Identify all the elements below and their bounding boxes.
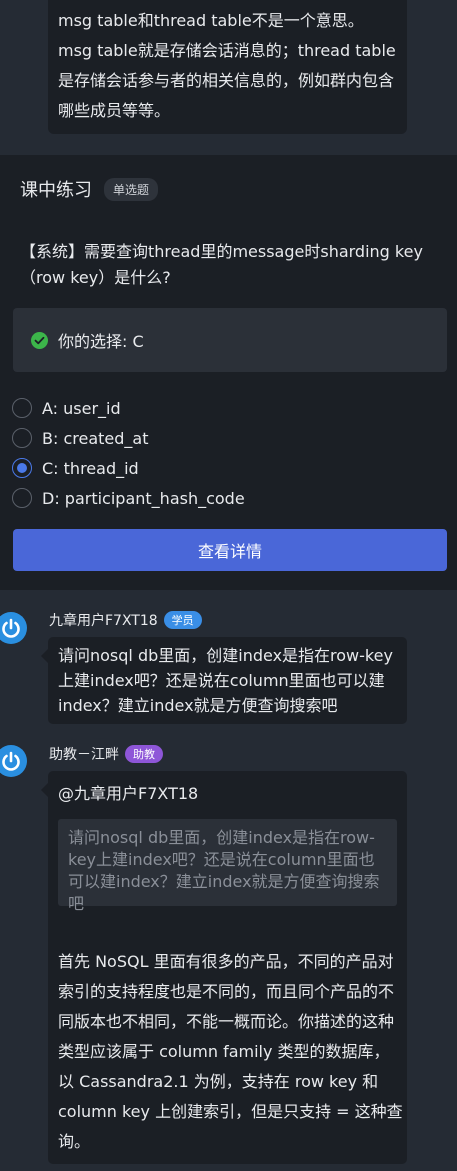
check-circle-icon bbox=[31, 331, 48, 349]
question-type-tag: 单选题 bbox=[104, 177, 159, 201]
previous-message-text: msg table和thread table不是一个意思。msg table就是… bbox=[58, 11, 396, 120]
option-c[interactable]: C: thread_id bbox=[12, 453, 245, 483]
your-choice-box: 你的选择: C bbox=[13, 308, 447, 372]
ta-avatar[interactable] bbox=[0, 745, 27, 777]
comment-header: 九章用户F7XT18 学员 bbox=[49, 610, 202, 630]
option-b[interactable]: B: created_at bbox=[12, 423, 245, 453]
comment-text: 请问nosql db里面，创建index是指在row-key上建index吧？还… bbox=[58, 646, 393, 715]
mention-text[interactable]: @九章用户F7XT18 bbox=[58, 780, 198, 804]
option-label: B: created_at bbox=[42, 428, 149, 448]
quoted-question: 请问nosql db里面，创建index是指在row-key上建index吧？还… bbox=[58, 819, 397, 913]
view-details-button[interactable]: 查看详情 bbox=[13, 529, 447, 571]
student-badge: 学员 bbox=[163, 611, 202, 629]
user-avatar[interactable] bbox=[0, 612, 27, 644]
options-list: A: user_id B: created_at C: thread_id D:… bbox=[12, 393, 245, 513]
reply-header: 助教－江畔 助教 bbox=[49, 744, 163, 764]
question-text: 【系统】需要查询thread里的message时sharding key（row… bbox=[20, 242, 423, 287]
power-logo-icon bbox=[2, 618, 20, 638]
option-d[interactable]: D: participant_hash_code bbox=[12, 483, 245, 513]
radio-icon[interactable] bbox=[12, 398, 32, 418]
option-label: A: user_id bbox=[42, 398, 121, 418]
quiz-title: 课中练习 bbox=[20, 180, 92, 201]
power-logo-icon bbox=[2, 751, 20, 771]
radio-icon[interactable] bbox=[12, 488, 32, 508]
user-name[interactable]: 九章用户F7XT18 bbox=[49, 610, 158, 630]
option-label: D: participant_hash_code bbox=[42, 488, 245, 508]
ta-badge: 助教 bbox=[125, 745, 163, 763]
previous-message-bubble: msg table和thread table不是一个意思。msg table就是… bbox=[48, 0, 407, 134]
quiz-card: 课中练习 单选题 【系统】需要查询thread里的message时shardin… bbox=[0, 155, 457, 590]
ta-name[interactable]: 助教－江畔 bbox=[49, 744, 119, 764]
radio-checked-icon[interactable] bbox=[12, 458, 32, 478]
radio-icon[interactable] bbox=[12, 428, 32, 448]
option-label: C: thread_id bbox=[42, 458, 139, 478]
reply-bubble: @九章用户F7XT18 请问nosql db里面，创建index是指在row-k… bbox=[41, 771, 407, 1164]
quiz-header: 课中练习 单选题 bbox=[20, 175, 159, 203]
your-choice-label: 你的选择: C bbox=[58, 332, 144, 351]
option-a[interactable]: A: user_id bbox=[12, 393, 245, 423]
comment-bubble: 请问nosql db里面，创建index是指在row-key上建index吧？还… bbox=[41, 637, 407, 724]
reply-text: 首先 NoSQL 里面有很多的产品，不同的产品对索引的支持程度也是不同的，而且同… bbox=[58, 952, 403, 1151]
